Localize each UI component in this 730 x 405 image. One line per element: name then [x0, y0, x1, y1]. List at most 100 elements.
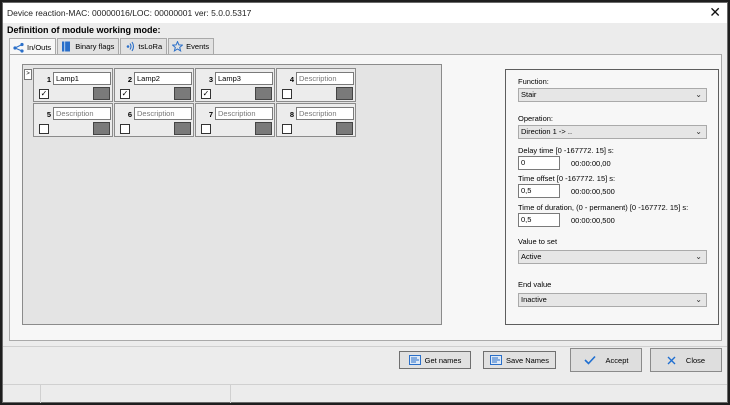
chevron-down-icon: ⌄	[695, 127, 702, 136]
io-cell-3: 3 Lamp3 ✓	[195, 68, 275, 102]
expand-arrow-icon[interactable]: >	[24, 69, 32, 80]
io-cell-1: 1 Lamp1 ✓	[33, 68, 113, 102]
tab-label: In/Outs	[27, 42, 52, 52]
end-value-label: End value	[518, 280, 552, 289]
title-bar: Device reaction-MAC: 00000016/LOC: 00000…	[3, 3, 727, 23]
select-value: Direction 1 -> ..	[521, 127, 573, 136]
button-label: Accept	[605, 355, 629, 365]
time-offset-label: Time offset [0 -167772. 15] s:	[518, 174, 616, 183]
button-label: Get names	[424, 355, 462, 365]
delay-time-display: 00:00:00,00	[571, 159, 611, 168]
end-value-select[interactable]: Inactive ⌄	[518, 293, 707, 307]
page-heading: Definition of module working mode:	[7, 25, 161, 35]
io-label-input[interactable]: Lamp3	[215, 72, 273, 85]
status-bar	[3, 384, 727, 403]
checkmark-icon	[583, 355, 596, 365]
duration-input[interactable]: 0,5	[518, 213, 560, 227]
io-number: 6	[127, 110, 132, 119]
chevron-down-icon: ⌄	[695, 252, 702, 261]
tab-in-outs[interactable]: In/Outs	[9, 38, 57, 55]
function-label: Function:	[518, 77, 549, 86]
io-checkbox[interactable]	[282, 124, 292, 134]
io-cell-8: 8 Description	[276, 103, 356, 137]
operation-select[interactable]: Direction 1 -> .. ⌄	[518, 125, 707, 139]
io-cell-4: 4 Description	[276, 68, 356, 102]
io-number: 3	[208, 75, 213, 84]
io-number: 2	[127, 75, 132, 84]
value-to-set-select[interactable]: Active ⌄	[518, 250, 707, 264]
close-button[interactable]: Close	[650, 348, 722, 372]
function-select[interactable]: Stair ⌄	[518, 88, 707, 102]
io-checkbox[interactable]	[120, 124, 130, 134]
io-cell-7: 7 Description	[195, 103, 275, 137]
accept-button[interactable]: Accept	[570, 348, 642, 372]
get-names-icon	[408, 355, 421, 365]
tab-label: tsLoRa	[138, 42, 163, 51]
io-state-indicator[interactable]	[174, 87, 191, 100]
function-settings-panel: Function: Stair ⌄ Operation: Direction 1…	[505, 69, 719, 325]
io-checkbox[interactable]: ✓	[120, 89, 130, 99]
io-state-indicator[interactable]	[93, 87, 110, 100]
select-value: Stair	[521, 90, 537, 99]
button-label: Save Names	[506, 355, 549, 365]
io-label-input[interactable]: Description	[215, 107, 273, 120]
value-to-set-label: Value to set	[518, 237, 558, 246]
duration-display: 00:00:00,500	[571, 216, 615, 225]
device-reaction-window: Device reaction-MAC: 00000016/LOC: 00000…	[2, 2, 728, 403]
io-label-input[interactable]: Lamp1	[53, 72, 111, 85]
io-number: 1	[46, 75, 51, 84]
status-segment	[41, 385, 231, 403]
share-icon	[13, 42, 24, 53]
tab-strip: In/Outs Binary flags tsLoRa Events	[9, 38, 215, 55]
tab-tslora[interactable]: tsLoRa	[120, 38, 168, 54]
io-label-input[interactable]: Lamp2	[134, 72, 192, 85]
io-grid: > 1 Lamp1 ✓ 2 Lamp2 ✓ 3 Lamp3 ✓ 4 Descri…	[22, 64, 442, 325]
io-state-indicator[interactable]	[174, 122, 191, 135]
time-offset-input[interactable]: 0,5	[518, 184, 560, 198]
io-label-input[interactable]: Description	[134, 107, 192, 120]
io-checkbox[interactable]	[201, 124, 211, 134]
save-names-button[interactable]: Save Names	[483, 351, 556, 369]
io-cell-6: 6 Description	[114, 103, 194, 137]
io-label-input[interactable]: Description	[53, 107, 111, 120]
window-title: Device reaction-MAC: 00000016/LOC: 00000…	[7, 8, 252, 18]
window-close-icon[interactable]: ✕	[709, 5, 721, 19]
in-outs-panel: > 1 Lamp1 ✓ 2 Lamp2 ✓ 3 Lamp3 ✓ 4 Descri…	[9, 54, 722, 341]
button-label: Close	[685, 355, 706, 365]
io-checkbox[interactable]: ✓	[39, 89, 49, 99]
signal-icon	[124, 41, 135, 52]
chevron-down-icon: ⌄	[695, 295, 702, 304]
time-offset-display: 00:00:00,500	[571, 187, 615, 196]
select-value: Inactive	[521, 295, 547, 304]
select-value: Active	[521, 252, 542, 261]
io-state-indicator[interactable]	[336, 87, 353, 100]
get-names-button[interactable]: Get names	[399, 351, 471, 369]
io-number: 5	[46, 110, 51, 119]
delay-time-label: Delay time [0 -167772. 15] s:	[518, 146, 614, 155]
io-label-input[interactable]: Description	[296, 107, 354, 120]
io-state-indicator[interactable]	[255, 122, 272, 135]
save-names-icon	[490, 355, 503, 365]
io-checkbox[interactable]	[282, 89, 292, 99]
chevron-down-icon: ⌄	[695, 90, 702, 99]
star-icon	[172, 41, 184, 52]
footer-separator	[3, 346, 727, 347]
close-icon	[667, 356, 676, 365]
io-checkbox[interactable]	[39, 124, 49, 134]
io-number: 4	[289, 75, 294, 84]
tab-events[interactable]: Events	[168, 38, 215, 54]
operation-label: Operation:	[518, 114, 554, 123]
io-cell-2: 2 Lamp2 ✓	[114, 68, 194, 102]
io-cell-5: 5 Description	[33, 103, 113, 137]
io-state-indicator[interactable]	[336, 122, 353, 135]
delay-time-input[interactable]: 0	[518, 156, 560, 170]
io-number: 7	[208, 110, 213, 119]
io-label-input[interactable]: Description	[296, 72, 354, 85]
io-state-indicator[interactable]	[255, 87, 272, 100]
tab-binary-flags[interactable]: Binary flags	[57, 38, 120, 54]
tab-label: Binary flags	[75, 42, 115, 51]
io-number: 8	[289, 110, 294, 119]
io-state-indicator[interactable]	[93, 122, 110, 135]
flag-icon	[61, 41, 72, 52]
io-checkbox[interactable]: ✓	[201, 89, 211, 99]
